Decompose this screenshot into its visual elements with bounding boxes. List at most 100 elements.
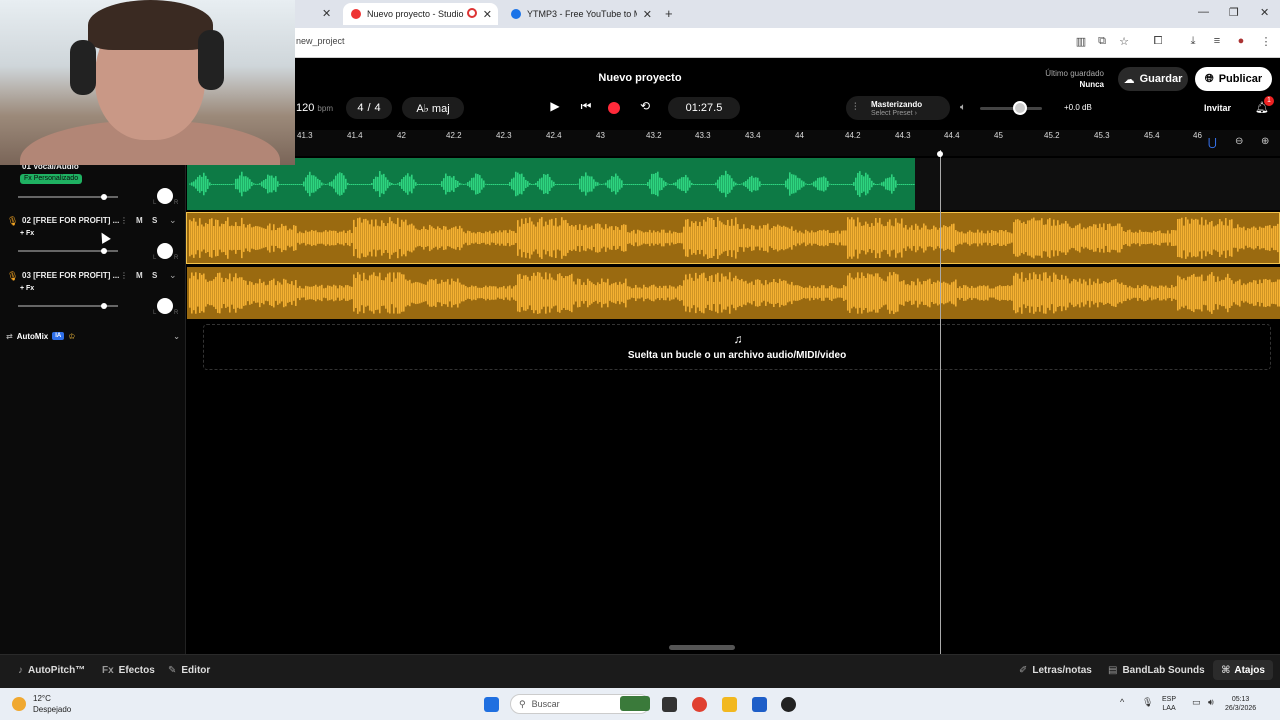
playhead-handle[interactable] [937, 151, 943, 157]
waveform-bar [923, 223, 925, 253]
mastering-button[interactable]: ⫶ Masterizando Select Preset › [846, 96, 950, 120]
audio-clip-beat[interactable] [187, 267, 1280, 319]
master-volume-knob[interactable] [1013, 101, 1027, 115]
chevron-down-icon[interactable]: ⌄ [169, 215, 177, 226]
bookmark-star-icon[interactable]: ☆ [1116, 35, 1132, 48]
lyrics-notes-button[interactable]: ✐ Letras/notas [1019, 665, 1092, 676]
windows-start-icon[interactable] [484, 697, 499, 712]
record-button[interactable] [608, 102, 620, 114]
zoom-out-icon[interactable]: ⊖ [1235, 136, 1243, 147]
microphone-tray-icon[interactable]: 🎙︎ [1142, 697, 1153, 708]
track-name[interactable]: 02 [FREE FOR PROFIT] ... [22, 216, 119, 225]
track-menu-icon[interactable]: ⋮ [120, 271, 128, 280]
playhead[interactable] [940, 150, 941, 654]
waveform-bar [1103, 223, 1105, 253]
close-tab-icon[interactable]: ✕ [483, 8, 492, 21]
drop-zone[interactable] [203, 324, 1271, 370]
mute-button[interactable]: M [136, 216, 143, 225]
horizontal-scrollbar[interactable] [669, 645, 735, 650]
play-icon[interactable]: ▶ [545, 99, 565, 117]
media-controls-icon[interactable]: ≡ [1209, 35, 1225, 47]
pan-knob[interactable] [157, 188, 173, 204]
add-fx-button[interactable]: + Fx [20, 230, 34, 237]
bpm-control[interactable]: 120 bpm [296, 102, 333, 114]
store-icon[interactable] [752, 697, 767, 712]
obs-icon[interactable] [781, 697, 796, 712]
mute-button[interactable]: M [136, 271, 143, 280]
close-tab-icon[interactable]: ✕ [322, 7, 331, 20]
reading-mode-icon[interactable]: ▥ [1073, 35, 1089, 48]
waveform-bar [1023, 221, 1025, 255]
clock[interactable]: 05:13 26/3/2026 [1225, 695, 1256, 713]
audio-clip-vocal[interactable] [187, 158, 915, 210]
weather-temp[interactable]: 12°C [33, 694, 51, 703]
pan-knob[interactable] [157, 298, 173, 314]
fx-custom-badge[interactable]: Fx Personalizado [20, 174, 83, 184]
chrome-icon[interactable] [692, 697, 707, 712]
zoom-in-icon[interactable]: ⊕ [1261, 136, 1269, 147]
audio-clip-beat[interactable] [187, 212, 1280, 264]
track-volume-thumb[interactable] [101, 303, 107, 309]
microphone-icon[interactable]: 🎙︎ [7, 216, 18, 227]
invite-button[interactable]: Invitar [1204, 103, 1231, 113]
skip-back-icon[interactable]: ⏮ [576, 99, 596, 117]
solo-button[interactable]: S [152, 216, 157, 225]
file-explorer-icon[interactable] [722, 697, 737, 712]
track-name[interactable]: 03 [FREE FOR PROFIT] ... [22, 271, 119, 280]
waveform-bar [949, 284, 951, 302]
waveform-bar [791, 281, 793, 305]
chevron-down-icon[interactable]: ⌄ [173, 332, 180, 341]
microphone-icon[interactable]: 🎙︎ [7, 271, 18, 282]
track-volume-thumb[interactable] [101, 248, 107, 254]
automix-row[interactable]: ⇄ AutoMix IA ♔ ⌄ [6, 329, 182, 343]
close-window-icon[interactable]: ✕ [1260, 6, 1269, 19]
loop-icon[interactable]: ⟲ [635, 99, 655, 117]
bandlab-sounds-button[interactable]: ▤ BandLab Sounds [1108, 665, 1205, 676]
waveform-bar [449, 229, 451, 247]
key-control[interactable]: A♭ maj [402, 97, 464, 119]
volume-tray-icon[interactable]: 🔊︎ [1208, 697, 1214, 708]
waveform-bar [789, 284, 791, 302]
chevron-down-icon[interactable]: ⌄ [169, 270, 177, 281]
time-signature-control[interactable]: 4 / 4 [346, 97, 392, 119]
waveform-bar [1099, 283, 1101, 303]
tab-ytmp3[interactable]: YTMP3 - Free YouTube to MP3 ✕ [503, 3, 658, 25]
snap-magnet-icon[interactable]: ⋃ [1208, 136, 1217, 149]
url-field[interactable]: new_project [296, 36, 345, 46]
weather-desc[interactable]: Despejado [33, 705, 71, 714]
install-app-icon[interactable]: ⧉ [1094, 35, 1110, 48]
add-fx-button[interactable]: + Fx [20, 285, 34, 292]
save-button[interactable]: ☁ Guardar [1118, 67, 1188, 91]
waveform-bar [977, 286, 979, 300]
download-icon[interactable]: ⤓ [1185, 35, 1201, 48]
project-title[interactable]: Nuevo proyecto [540, 72, 740, 84]
autopitch-button[interactable]: ♪ AutoPitch™ [18, 665, 85, 676]
language-indicator[interactable]: ESP LAA [1162, 695, 1176, 713]
waveform-bar [435, 229, 437, 247]
profile-avatar[interactable]: ● [1233, 35, 1249, 47]
publish-button[interactable]: 🌐︎ Publicar [1195, 67, 1272, 91]
solo-button[interactable]: S [152, 271, 157, 280]
new-tab-icon[interactable]: + [665, 6, 673, 21]
editor-button[interactable]: ✎ Editor [168, 665, 210, 676]
effects-button[interactable]: Fx Efectos [102, 665, 155, 676]
browser-menu-icon[interactable]: ⋮ [1258, 35, 1274, 48]
extensions-icon[interactable]: ⧠ [1150, 35, 1166, 48]
pan-knob[interactable] [157, 243, 173, 259]
track-menu-icon[interactable]: ⋮ [120, 216, 128, 225]
track-volume-thumb[interactable] [101, 194, 107, 200]
minimize-icon[interactable]: — [1198, 6, 1209, 18]
tab-studio[interactable]: Nuevo proyecto - Studio ✕ [343, 3, 498, 25]
shortcuts-button[interactable]: ⌘ Atajos [1213, 660, 1273, 680]
waveform-bar [389, 182, 391, 186]
speaker-icon[interactable]: 🔈︎ [960, 102, 966, 113]
network-icon[interactable]: ▭ [1192, 697, 1201, 708]
waveform-bar [703, 272, 705, 314]
restore-icon[interactable]: ❐ [1229, 6, 1239, 19]
weather-sun-icon[interactable] [12, 697, 26, 711]
task-view-icon[interactable] [662, 697, 677, 712]
close-tab-icon[interactable]: ✕ [643, 8, 652, 21]
master-volume-slider[interactable] [980, 107, 1042, 110]
tray-chevron-icon[interactable]: ^ [1120, 697, 1124, 707]
waveform-bar [1213, 226, 1215, 250]
